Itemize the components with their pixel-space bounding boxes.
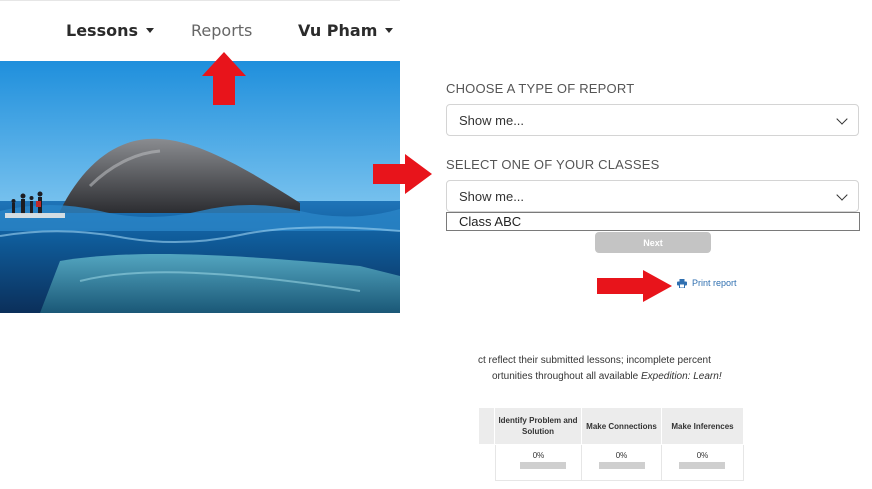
- class-dropdown-list: Class ABC: [446, 212, 860, 231]
- report-note-line-2: ortunities throughout all available Expe…: [492, 371, 722, 382]
- report-note-text: ortunities throughout all available: [492, 371, 641, 382]
- report-note-emphasis: Expedition: Learn!: [640, 371, 722, 382]
- progress-bar: [599, 462, 645, 469]
- report-type-select[interactable]: Show me...: [446, 104, 859, 136]
- report-type-label: CHOOSE A TYPE OF REPORT: [446, 81, 635, 96]
- next-button[interactable]: Next: [595, 232, 711, 253]
- class-select[interactable]: Show me...: [446, 180, 859, 212]
- header-label: Make Connections: [586, 421, 657, 431]
- table-header: Identify Problem and Solution: [495, 408, 582, 444]
- percent-value: 0%: [532, 451, 545, 460]
- printer-icon: [677, 278, 687, 288]
- table-header: Make Connections: [582, 408, 662, 444]
- table-header: Make Inferences: [662, 408, 744, 444]
- chevron-down-icon: [836, 189, 848, 201]
- hero-whale-photo: [0, 61, 400, 313]
- user-name: Vu Pham: [298, 21, 378, 40]
- report-type-value: Show me...: [459, 112, 525, 128]
- red-arrow-right-icon: [373, 154, 432, 194]
- nav-reports-link[interactable]: Reports: [191, 21, 252, 40]
- class-option[interactable]: Class ABC: [459, 214, 521, 229]
- table-cell: 0%: [495, 445, 582, 481]
- percent-value: 0%: [615, 451, 628, 460]
- nav-lessons-menu[interactable]: Lessons: [66, 21, 154, 40]
- caret-down-icon: [385, 28, 394, 33]
- top-nav: Lessons Reports Vu Pham: [0, 0, 400, 61]
- report-note-line-1: ct reflect their submitted lessons; inco…: [478, 355, 711, 366]
- table-cell: 0%: [662, 445, 744, 481]
- header-label: Identify Problem and Solution: [498, 416, 578, 436]
- print-report-label: Print report: [692, 278, 737, 288]
- user-menu[interactable]: Vu Pham: [298, 21, 394, 40]
- nav-lessons-label: Lessons: [66, 21, 138, 40]
- progress-bar: [520, 462, 566, 469]
- print-report-link[interactable]: Print report: [677, 278, 737, 288]
- red-arrow-right-icon: [597, 270, 672, 302]
- chevron-down-icon: [836, 113, 848, 125]
- class-select-label: SELECT ONE OF YOUR CLASSES: [446, 157, 660, 172]
- nav-reports-label: Reports: [191, 21, 253, 40]
- header-label: Make Inferences: [671, 421, 734, 431]
- table-header-cut: [479, 408, 495, 444]
- table-cell: 0%: [582, 445, 662, 481]
- red-arrow-up-icon: [202, 52, 246, 105]
- caret-down-icon: [146, 28, 154, 33]
- class-select-value: Show me...: [459, 188, 525, 204]
- percent-value: 0%: [696, 451, 709, 460]
- progress-bar: [679, 462, 725, 469]
